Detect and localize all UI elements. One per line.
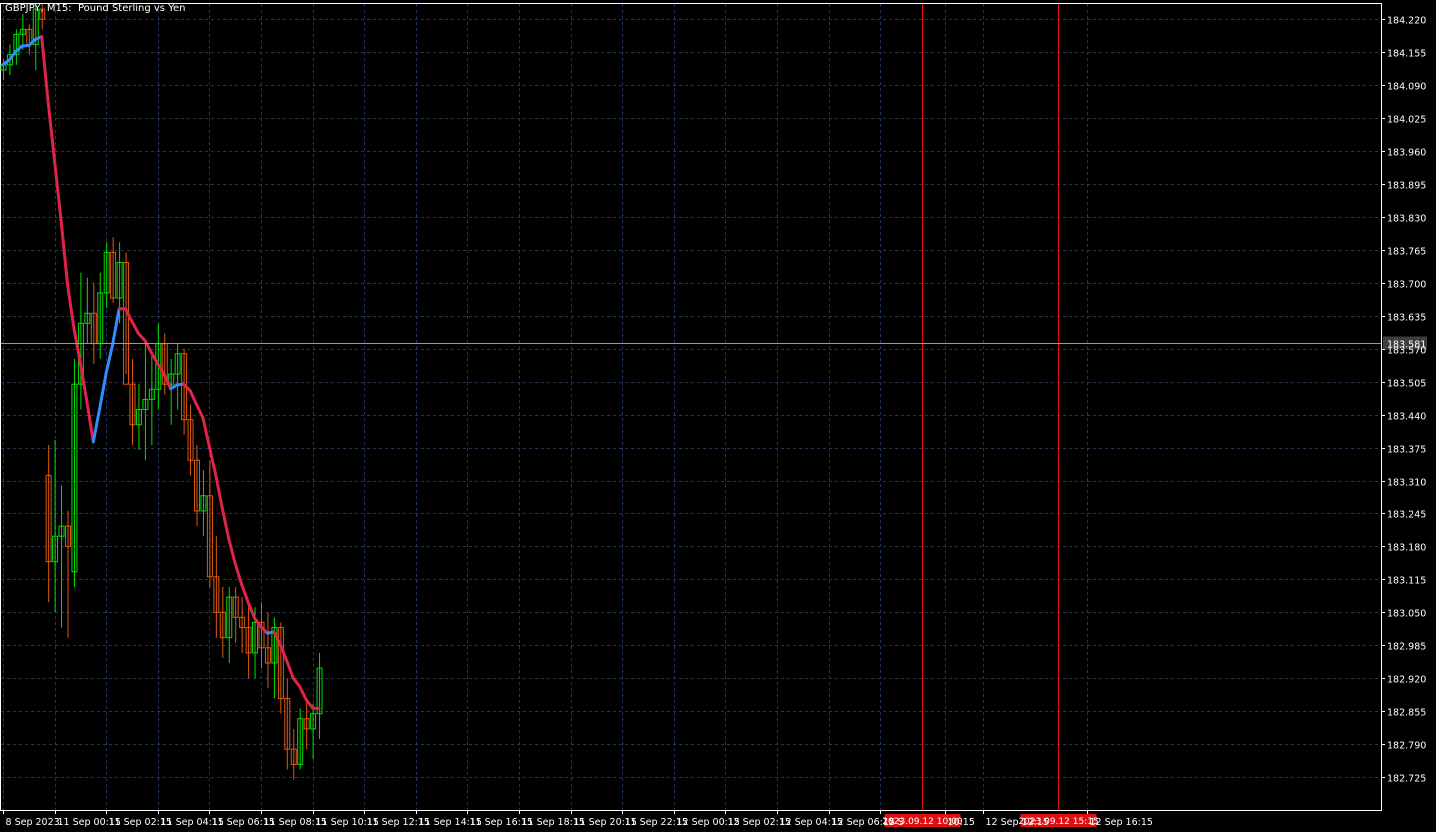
candle <box>174 343 181 410</box>
y-tick-label: 184.090 <box>1387 82 1426 93</box>
y-tick-label: 183.960 <box>1387 148 1426 159</box>
candle <box>206 460 213 587</box>
current-price-line: 183.581 <box>1 336 1427 351</box>
y-tick-label: 183.635 <box>1387 313 1426 324</box>
y-tick-label: 183.050 <box>1387 609 1426 620</box>
candle <box>26 24 33 55</box>
y-tick-label: 182.920 <box>1387 675 1426 686</box>
y-tick-label: 182.985 <box>1387 642 1426 653</box>
candle <box>123 252 130 385</box>
grid <box>1 4 1381 810</box>
y-tick-label: 183.180 <box>1387 543 1426 554</box>
y-tick-label: 184.155 <box>1387 49 1426 60</box>
candle <box>219 586 226 658</box>
candle <box>135 384 142 451</box>
price-axis[interactable]: 184.220 184.155 184.090 184.025 183.960 183.8… <box>1381 16 1426 785</box>
y-tick-label: 183.375 <box>1387 445 1426 456</box>
ma-segment <box>46 100 57 163</box>
candle <box>90 282 97 364</box>
candle <box>13 29 20 65</box>
x-tick-label: 12 Sep 12:15 <box>986 817 1049 828</box>
ma-segment <box>40 35 50 104</box>
candle <box>284 678 291 770</box>
candle <box>277 622 284 714</box>
y-tick-label: 184.220 <box>1387 16 1426 27</box>
candle <box>77 272 84 410</box>
candle <box>148 353 155 446</box>
ma-segment <box>66 282 76 330</box>
x-tick-label: 10:15 <box>948 817 975 828</box>
candle <box>200 470 207 537</box>
ma-segment <box>214 473 224 510</box>
ma-segment <box>311 706 321 711</box>
y-tick-label: 183.505 <box>1387 379 1426 390</box>
ma-segment <box>201 416 211 449</box>
candle <box>103 242 110 309</box>
candle <box>316 652 323 740</box>
candle <box>264 612 271 689</box>
candle <box>245 602 252 679</box>
candle <box>181 348 188 435</box>
ma-segment <box>285 659 295 680</box>
x-tick-label: 12 S <box>883 817 904 828</box>
candle <box>45 445 52 603</box>
candle <box>161 333 168 395</box>
y-tick-label: 182.855 <box>1387 708 1426 719</box>
ma-segment <box>104 342 115 375</box>
price-chart[interactable]: 2023.09.12 10:00 2023.09.12 15:15 183.581… <box>0 0 1436 832</box>
ma-segment <box>98 371 108 410</box>
candle <box>303 698 310 750</box>
y-tick-label: 183.570 <box>1387 346 1426 357</box>
ma-segment <box>59 218 69 286</box>
candle <box>58 485 65 628</box>
ma-segment <box>227 537 237 566</box>
ma-segment <box>72 326 82 365</box>
candle <box>271 617 278 699</box>
ma-segment <box>91 406 102 444</box>
candle <box>168 358 175 425</box>
candle <box>213 536 220 638</box>
candle <box>97 272 104 359</box>
x-tick-label: 8 Sep 2023 <box>6 817 60 828</box>
candle <box>226 586 233 663</box>
plot-area-frame <box>0 3 1382 811</box>
y-tick-label: 182.725 <box>1387 774 1426 785</box>
candle <box>232 586 239 643</box>
ma-segment <box>130 319 140 335</box>
y-tick-label: 183.765 <box>1387 247 1426 258</box>
y-tick-label: 183.440 <box>1387 412 1426 423</box>
y-tick-label: 183.310 <box>1387 478 1426 489</box>
candle <box>84 277 91 344</box>
ma-segment <box>233 562 244 586</box>
y-tick-label: 183.895 <box>1387 181 1426 192</box>
candle <box>71 358 78 587</box>
y-tick-label: 184.025 <box>1387 115 1426 126</box>
ma-segment <box>111 307 121 346</box>
ma-segment <box>220 506 231 541</box>
candle <box>142 343 149 461</box>
candle <box>297 708 304 770</box>
ma-segment <box>291 676 302 688</box>
y-tick-label: 183.245 <box>1387 510 1426 521</box>
candle <box>52 439 59 613</box>
ma-segment <box>188 389 198 406</box>
candle <box>110 237 117 304</box>
candle <box>129 358 136 446</box>
y-tick-label: 183.830 <box>1387 214 1426 225</box>
chart-title: GBPJPY, M15: Pound Sterling vs Yen <box>5 3 186 14</box>
x-tick-label: 12 Sep 16:15 <box>1090 817 1153 828</box>
candle <box>290 728 297 780</box>
y-tick-label: 183.115 <box>1387 576 1426 587</box>
y-tick-label: 183.700 <box>1387 280 1426 291</box>
candle <box>239 597 246 653</box>
candle <box>65 510 71 638</box>
y-tick-label: 182.790 <box>1387 741 1426 752</box>
time-axis[interactable]: 8 Sep 202311 Sep 00:1511 Sep 02:1511 Sep… <box>3 810 1153 828</box>
ma-segment <box>85 399 95 444</box>
ma-segment <box>298 684 308 702</box>
